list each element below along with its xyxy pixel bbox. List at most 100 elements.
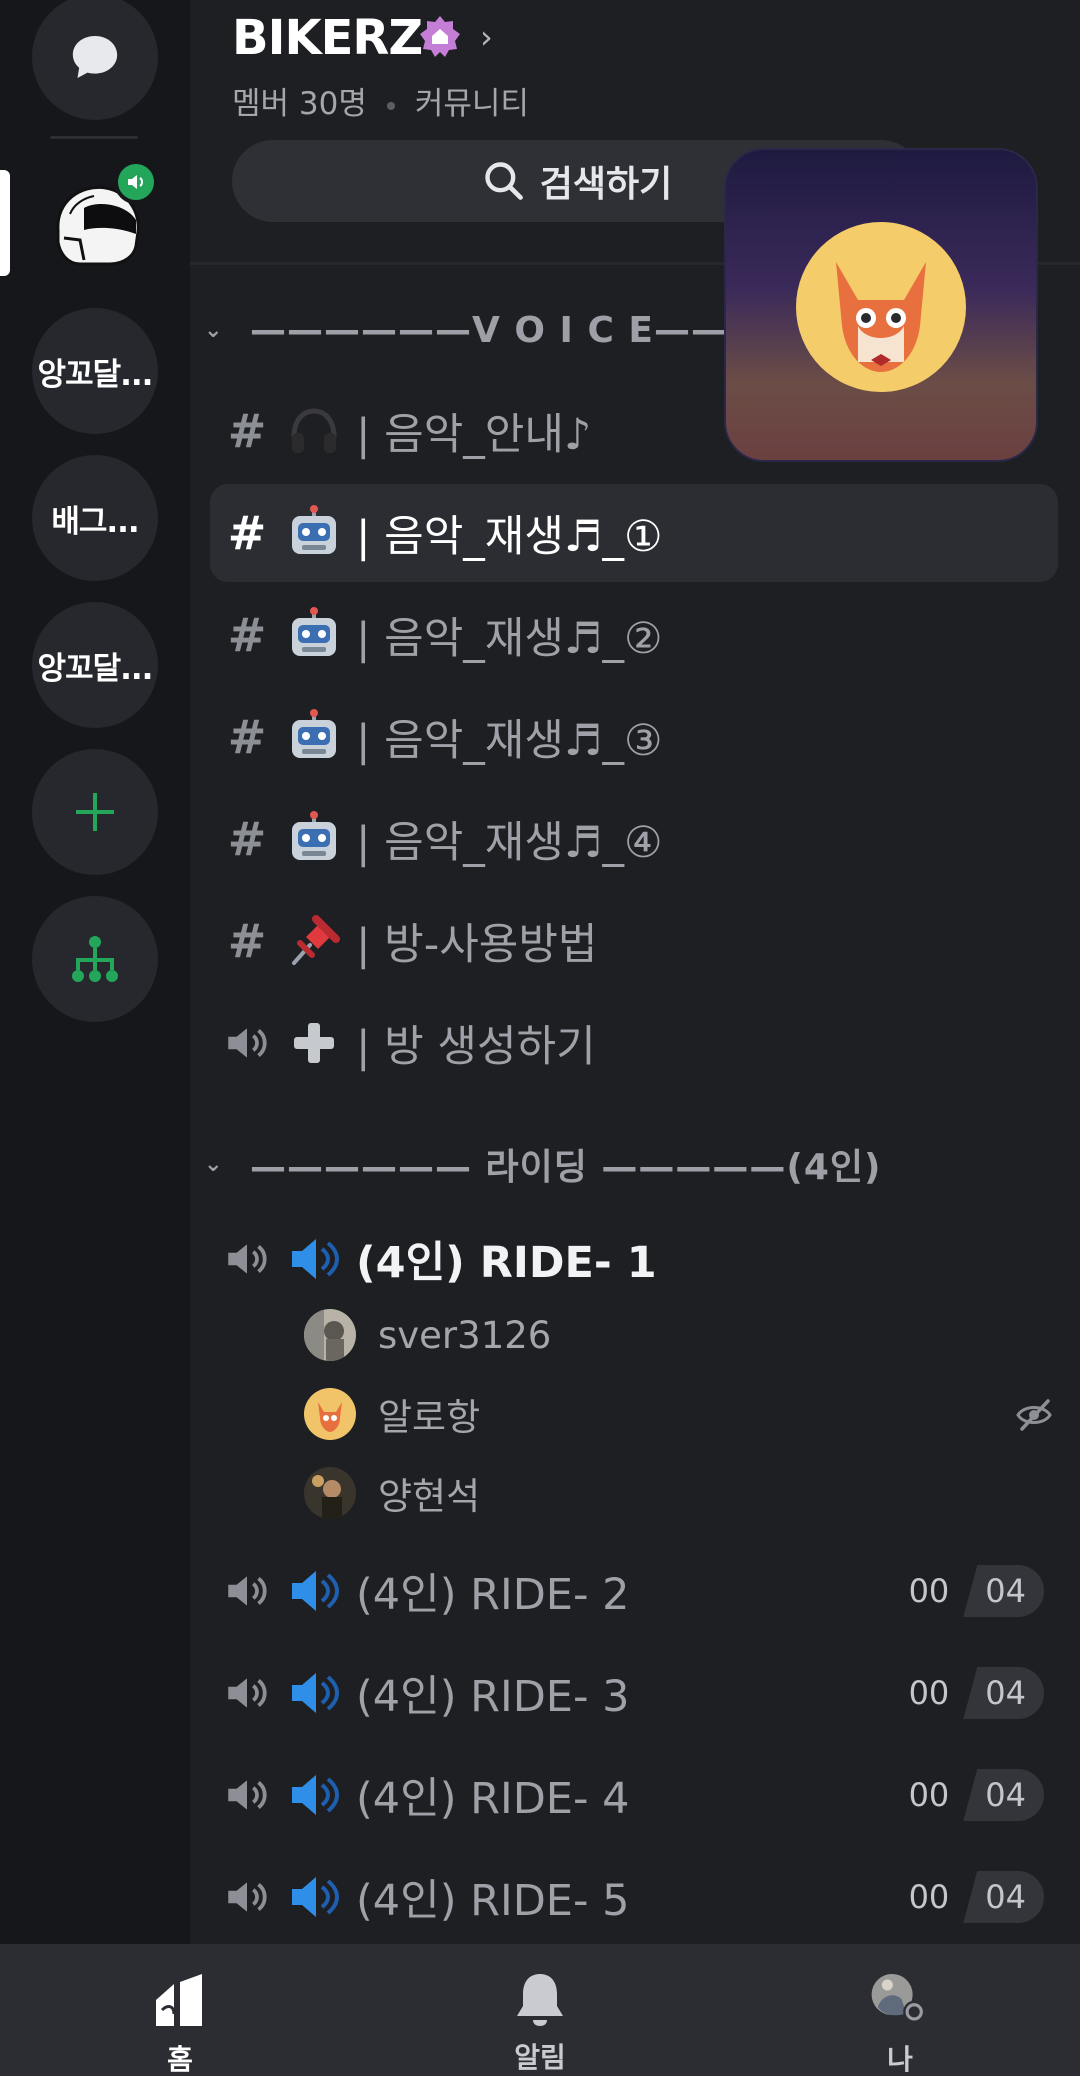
user-limit-counter: 00 04: [909, 1667, 1044, 1719]
server-rail: 앙꼬달... 배그... 앙꼬달...: [0, 0, 190, 1944]
text-channel-hash-icon: #: [227, 812, 267, 866]
user-limit: 04: [963, 1667, 1044, 1719]
pushpin-emoji: [292, 915, 340, 965]
voice-speaker-icon: [228, 1780, 267, 1810]
text-channel-hash-icon: #: [227, 710, 267, 764]
user-limit-counter: 00 04: [909, 1769, 1044, 1821]
voice-channel-item[interactable]: (4인) RIDE- 2 00 04: [210, 1542, 1058, 1640]
server-directory-icon: [72, 936, 118, 982]
server-item-2[interactable]: 배그...: [32, 455, 158, 581]
profile-avatar-icon: [871, 1973, 926, 2023]
robot-emoji: [292, 607, 336, 656]
channel-name: (4인) RIDE- 5: [356, 1876, 630, 1926]
server-label: 앙꼬달...: [37, 650, 154, 687]
tab-notifications[interactable]: 알림: [440, 1944, 640, 2076]
picture-in-picture-call-overlay[interactable]: [724, 148, 1038, 462]
tab-label: 홈: [167, 2043, 193, 2076]
channel-name: | 음악_재생♬_①: [356, 512, 663, 562]
channel-item-active[interactable]: # | 음악_재생♬_①: [210, 484, 1058, 582]
speaker-emoji: [292, 1571, 340, 1611]
server-type: 커뮤니티: [414, 86, 529, 122]
category-voice[interactable]: ⌄ ——————V O I C E————: [204, 310, 802, 351]
tab-home[interactable]: 홈: [80, 1944, 280, 2076]
speaker-icon: [128, 175, 144, 189]
server-label: 배그...: [51, 503, 139, 540]
chevron-right-icon[interactable]: ›: [480, 18, 493, 56]
rail-divider: [50, 136, 138, 139]
robot-emoji: [292, 709, 336, 758]
user-limit-counter: 00 04: [909, 1565, 1044, 1617]
current-user-count: 00: [908, 1674, 950, 1712]
channel-item[interactable]: # | 방-사용방법: [210, 892, 1058, 990]
user-limit-counter: 00 04: [909, 1871, 1044, 1923]
robot-emoji: [292, 505, 336, 554]
add-server-button[interactable]: [32, 749, 158, 875]
channel-item[interactable]: # | 음악_재생♬_④: [210, 790, 1058, 888]
voice-speaker-icon: [228, 1028, 267, 1058]
channel-name: | 음악_재생♬_②: [356, 614, 663, 664]
channel-name: | 음악_재생♬_③: [356, 716, 663, 766]
plus-icon: [76, 793, 114, 831]
voice-channel-item[interactable]: (4인) RIDE- 4 00 04: [210, 1746, 1058, 1844]
channel-item[interactable]: # | 음악_재생♬_②: [210, 586, 1058, 684]
channel-item[interactable]: # | 음악_재생♬_③: [210, 688, 1058, 786]
search-label: 검색하기: [539, 164, 673, 205]
text-channel-hash-icon: #: [227, 506, 267, 560]
category-riding[interactable]: ⌄ —————— 라이딩 —————(4인): [204, 1138, 882, 1190]
voice-user-row[interactable]: 양현석: [304, 1458, 1064, 1528]
server-directory-button[interactable]: [32, 896, 158, 1022]
voice-connected-badge: [114, 160, 158, 204]
voice-speaker-icon: [228, 1882, 267, 1912]
home-icon: [156, 1974, 202, 2026]
voice-channel-item[interactable]: (4인) RIDE- 5 00 04: [210, 1848, 1058, 1944]
voice-channel-item-connected[interactable]: (4인) RIDE- 1: [210, 1210, 1058, 1308]
text-channel-hash-icon: #: [227, 404, 267, 458]
chevron-down-icon: ⌄: [204, 1151, 224, 1177]
selected-server-indicator: [0, 170, 10, 276]
channel-name: (4인) RIDE- 2: [356, 1570, 630, 1620]
server-meta: 멤버 30명 커뮤니티: [232, 78, 529, 123]
voice-channel-item[interactable]: | 방 생성하기: [210, 994, 1058, 1092]
server-item-3[interactable]: 앙꼬달...: [32, 602, 158, 728]
avatar: [304, 1388, 356, 1440]
chevron-down-icon: ⌄: [204, 318, 224, 343]
voice-user-name: sver3126: [378, 1313, 552, 1357]
tab-profile[interactable]: 나: [800, 1944, 1000, 2076]
direct-messages-button[interactable]: [32, 0, 158, 120]
server-item-1[interactable]: 앙꼬달...: [32, 308, 158, 434]
search-icon: [485, 162, 523, 200]
separator-dot: [386, 101, 395, 110]
voice-user-row[interactable]: sver3126: [304, 1300, 1064, 1370]
voice-channel-item[interactable]: (4인) RIDE- 3 00 04: [210, 1644, 1058, 1742]
headphone-emoji: [291, 408, 337, 453]
user-limit: 04: [963, 1871, 1044, 1923]
tab-label: 나: [887, 2043, 913, 2076]
avatar: [304, 1467, 356, 1519]
bell-icon: [517, 1974, 563, 2026]
category-label: —————— 라이딩 —————(4인): [250, 1147, 882, 1188]
robot-emoji: [292, 811, 336, 860]
caller-avatar: [796, 222, 966, 392]
server-name[interactable]: BIKERZ: [232, 10, 423, 66]
voice-user-row[interactable]: 알로항: [304, 1379, 1064, 1449]
avatar: [304, 1309, 356, 1361]
speaker-emoji: [292, 1775, 340, 1815]
channel-name: | 방-사용방법: [356, 920, 598, 970]
current-user-count: 00: [908, 1878, 950, 1916]
member-count: 멤버 30명: [232, 86, 367, 122]
server-boost-icon: [420, 16, 460, 57]
speaker-emoji: [292, 1877, 340, 1917]
tab-label: 알림: [514, 2041, 566, 2074]
voice-speaker-icon: [228, 1244, 267, 1274]
speaker-emoji: [292, 1239, 340, 1279]
voice-speaker-icon: [228, 1678, 267, 1708]
bottom-navigation: 홈 알림 나: [0, 1944, 1080, 2076]
server-label: 앙꼬달...: [37, 356, 154, 393]
voice-user-name: 양현석: [378, 1475, 481, 1518]
channel-name: | 음악_안내♪: [356, 410, 592, 460]
channel-name: | 음악_재생♬_④: [356, 818, 663, 868]
voice-user-name: 알로항: [378, 1396, 481, 1439]
channel-name: (4인) RIDE- 1: [356, 1238, 657, 1288]
current-user-count: 00: [908, 1572, 950, 1610]
speaker-emoji: [292, 1673, 340, 1713]
